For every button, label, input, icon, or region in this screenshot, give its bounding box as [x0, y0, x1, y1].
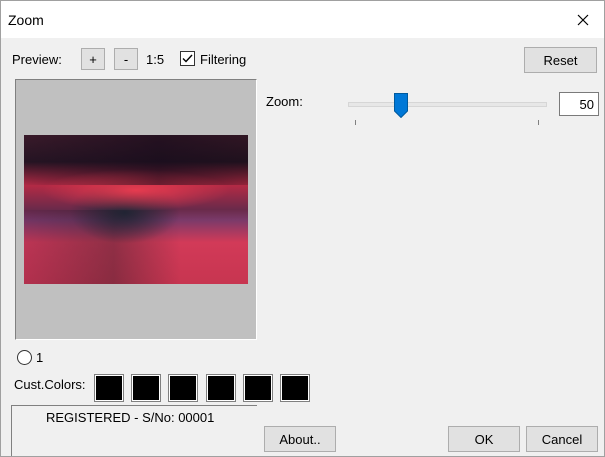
reset-button[interactable]: Reset: [524, 47, 597, 73]
radio-1-label: 1: [36, 350, 44, 365]
ok-button[interactable]: OK: [448, 426, 520, 452]
zoom-slider-track[interactable]: [348, 102, 547, 107]
about-button[interactable]: About..: [264, 426, 336, 452]
filtering-label: Filtering: [200, 52, 247, 67]
zoom-dialog: Zoom Preview: + - 1:5 Filtering Reset Zo…: [0, 0, 605, 457]
registration-box: REGISTERED - S/No: 00001: [11, 405, 257, 456]
zoom-value-input[interactable]: [559, 92, 599, 116]
color-swatch-4[interactable]: [206, 374, 236, 402]
color-swatch-3[interactable]: [168, 374, 198, 402]
color-swatch-6[interactable]: [280, 374, 310, 402]
zoom-slider-thumb[interactable]: [394, 93, 408, 118]
color-swatch-2[interactable]: [131, 374, 161, 402]
color-swatch-5[interactable]: [243, 374, 273, 402]
preview-panel: [15, 79, 257, 340]
zoom-in-button[interactable]: +: [81, 48, 105, 70]
checkmark-icon: [182, 54, 193, 63]
close-icon: [577, 14, 589, 26]
preview-image: [24, 135, 248, 284]
registration-text: REGISTERED - S/No: 00001: [46, 410, 215, 425]
radio-1[interactable]: [17, 350, 32, 365]
color-swatch-1[interactable]: [94, 374, 124, 402]
cancel-button[interactable]: Cancel: [526, 426, 598, 452]
zoom-out-button[interactable]: -: [114, 48, 138, 70]
title-bar: Zoom: [1, 1, 604, 38]
cust-colors-label: Cust.Colors:: [14, 377, 86, 392]
slider-tick-max: [538, 120, 539, 125]
close-button[interactable]: [570, 8, 596, 32]
filtering-checkbox[interactable]: [180, 51, 195, 66]
zoom-ratio: 1:5: [146, 52, 165, 67]
slider-tick-min: [355, 120, 356, 125]
zoom-label: Zoom:: [266, 94, 303, 109]
window-title: Zoom: [8, 12, 44, 28]
preview-label: Preview:: [12, 52, 62, 67]
